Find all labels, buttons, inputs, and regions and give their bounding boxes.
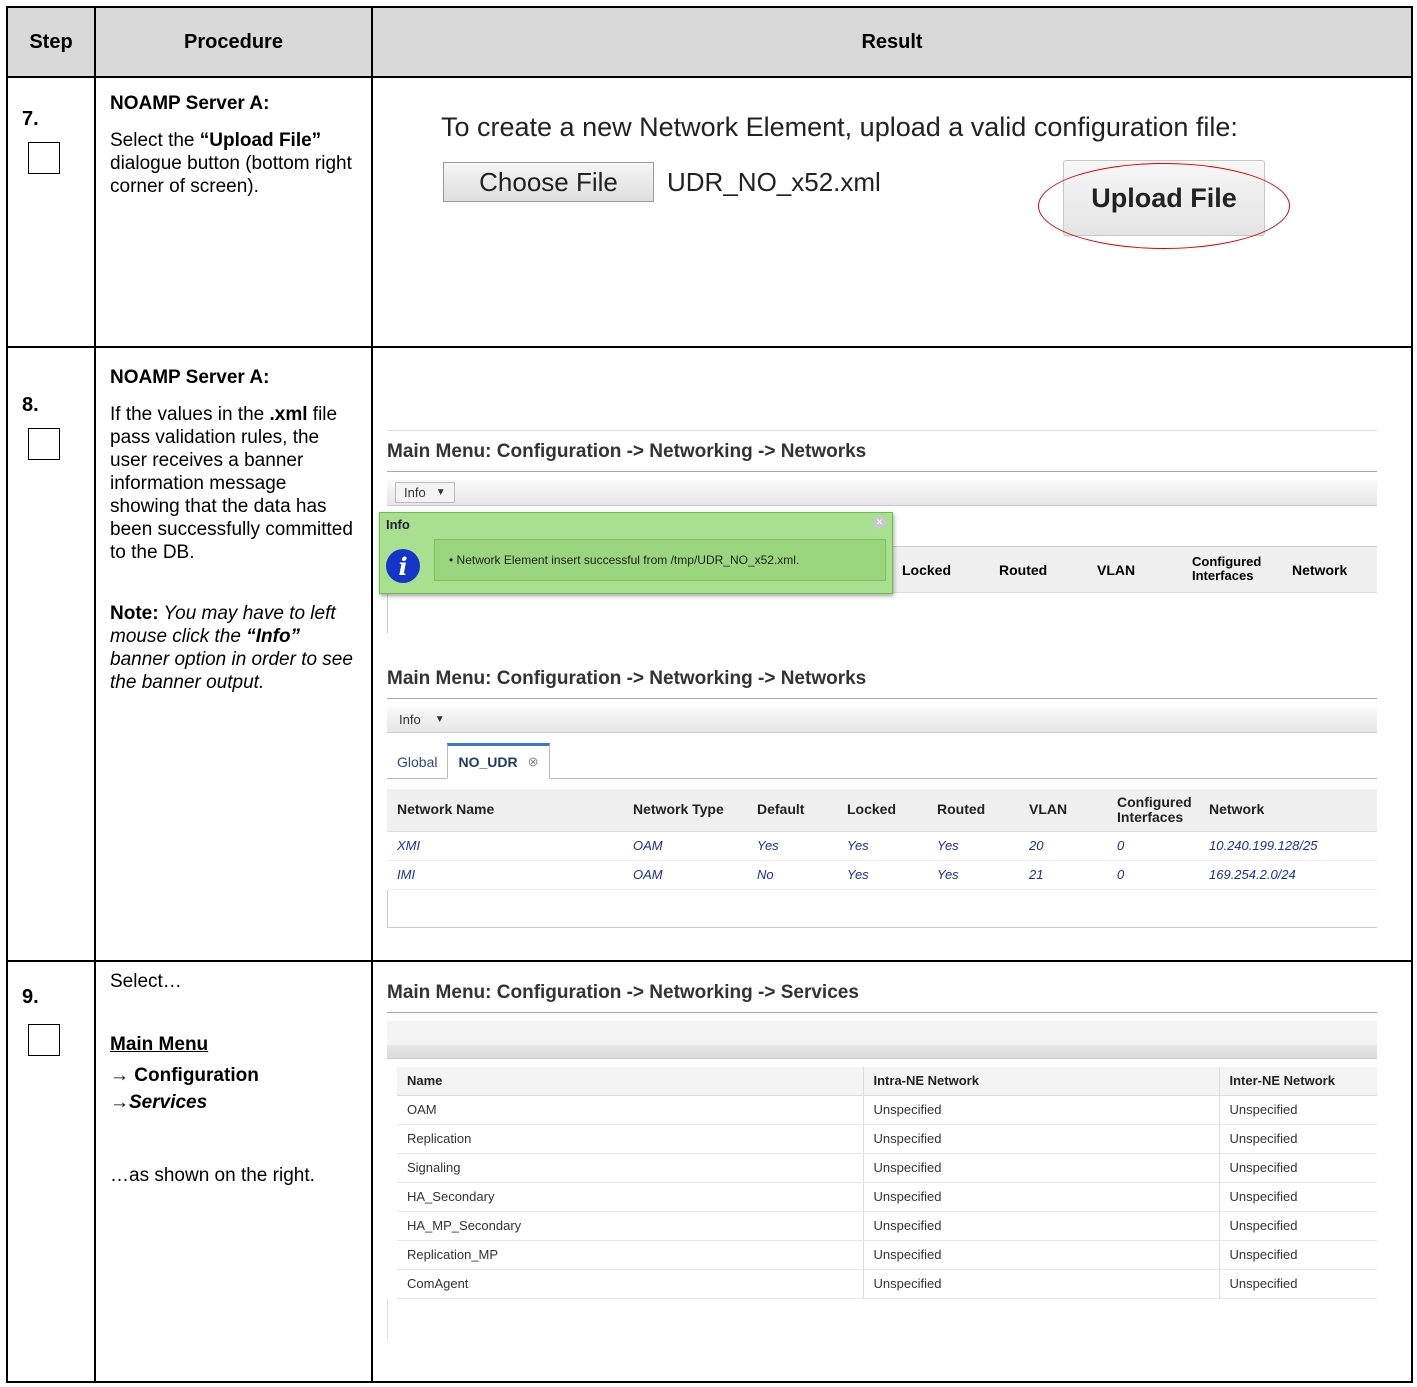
upload-file-button[interactable]: Upload File [1063, 160, 1265, 236]
info-banner: Info ✕ i • Network Element insert succes… [379, 512, 893, 594]
tab-bar: Global NO_UDR ⊗ [387, 743, 1377, 779]
step-9-procedure: Select… Main Menu → Configuration →Servi… [94, 960, 373, 1383]
choose-file-button[interactable]: Choose File [443, 162, 654, 202]
toolbar: Info ▼ [387, 707, 1377, 733]
services-screen: Main Menu: Configuration -> Networking -… [387, 982, 1377, 1339]
close-icon[interactable]: ⊗ [528, 754, 539, 770]
column-header: Network [1292, 562, 1348, 578]
step-8-instruction: If the values in the .xml file pass vali… [110, 404, 353, 563]
table-header-row: Name Intra-NE Network Inter-NE Network [397, 1067, 1377, 1096]
step-7-row: 7. NOAMP Server A: Select the “Upload Fi… [6, 76, 1413, 348]
page-title: Main Menu: Configuration -> Networking -… [387, 441, 1377, 472]
networks-screen: Main Menu: Configuration -> Networking -… [387, 668, 1377, 928]
menu-path-services: →Services [110, 1092, 208, 1113]
tab-no-udr[interactable]: NO_UDR ⊗ [447, 743, 550, 779]
close-icon[interactable]: ✕ [873, 516, 886, 529]
info-menu-button[interactable]: Info ▼ [395, 710, 449, 729]
header-step: Step [6, 6, 96, 78]
column-header: Routed [927, 789, 1019, 832]
column-header: Network Name [387, 789, 623, 832]
step-7-result: To create a new Network Element, upload … [371, 76, 1413, 348]
select-text: Select… [110, 971, 182, 992]
column-header: Locked [902, 562, 952, 578]
column-header: Locked [837, 789, 927, 832]
page-title: Main Menu: Configuration -> Networking -… [387, 982, 1377, 1013]
banner-message: • Network Element insert successful from… [434, 539, 886, 581]
networks-screen-banner: Main Menu: Configuration -> Networking -… [379, 430, 1377, 633]
step-8-cell: 8. [6, 346, 96, 962]
step-8-result: Main Menu: Configuration -> Networking -… [371, 346, 1413, 962]
table-row[interactable]: HA_Secondary Unspecified Unspecified [397, 1182, 1377, 1212]
chevron-down-icon: ▼ [435, 487, 446, 498]
table-row[interactable]: OAM Unspecified Unspecified [397, 1095, 1377, 1125]
step-number: 8. [22, 394, 39, 416]
column-header: VLAN [1019, 789, 1107, 832]
selected-file-name: UDR_NO_x52.xml [667, 167, 881, 197]
column-header: Configured Interfaces [1192, 554, 1262, 583]
banner-title: Info [386, 517, 410, 532]
step-number: 7. [22, 108, 39, 130]
step-checkbox[interactable] [28, 1024, 60, 1056]
table-row[interactable]: XMI OAM Yes Yes Yes 20 0 10.240.199.128/… [387, 831, 1377, 861]
step-8-note: Note: You may have to left mouse click t… [110, 603, 353, 693]
column-header: Intra-NE Network [862, 1067, 1219, 1096]
header-result: Result [371, 6, 1413, 78]
step-9-row: 9. Select… Main Menu → Configuration →Se… [6, 960, 1413, 1383]
toolbar: Info ▼ [387, 480, 1377, 506]
table-row[interactable]: Replication_MP Unspecified Unspecified [397, 1240, 1377, 1270]
step-8-row: 8. NOAMP Server A: If the values in the … [6, 346, 1413, 962]
table-row[interactable]: Signaling Unspecified Unspecified [397, 1153, 1377, 1183]
info-menu-button[interactable]: Info ▼ [395, 482, 455, 503]
step-8-procedure: NOAMP Server A: If the values in the .xm… [94, 346, 373, 962]
as-shown-text: …as shown on the right. [110, 1165, 315, 1186]
server-label: NOAMP Server A: [110, 367, 270, 388]
info-icon: i [386, 549, 420, 583]
column-header: Name [397, 1067, 863, 1096]
step-7-cell: 7. [6, 76, 96, 348]
upload-panel: To create a new Network Element, upload … [441, 108, 1341, 308]
step-checkbox[interactable] [28, 428, 60, 460]
table-row[interactable]: ComAgent Unspecified Unspecified [397, 1269, 1377, 1299]
step-number: 9. [22, 986, 39, 1008]
menu-path-main: Main Menu [110, 1034, 209, 1055]
column-header: Routed [999, 562, 1048, 578]
networks-table: Network Name Network Type Default Locked… [387, 789, 1377, 890]
services-table: Name Intra-NE Network Inter-NE Network O… [397, 1067, 1377, 1299]
upload-instruction: To create a new Network Element, upload … [441, 112, 1238, 142]
procedure-table: Step Procedure Result 7. NOAMP Server A:… [6, 6, 1413, 1383]
column-header: Inter-NE Network [1218, 1067, 1377, 1096]
tab-global[interactable]: Global [387, 746, 447, 778]
step-9-result: Main Menu: Configuration -> Networking -… [371, 960, 1413, 1383]
step-7-instruction: Select the “Upload File” dialogue button… [110, 130, 352, 197]
table-row[interactable]: HA_MP_Secondary Unspecified Unspecified [397, 1211, 1377, 1241]
table-row[interactable]: IMI OAM No Yes Yes 21 0 169.254.2.0/24 [387, 860, 1377, 890]
header-procedure: Procedure [94, 6, 373, 78]
step-7-procedure: NOAMP Server A: Select the “Upload File”… [94, 76, 373, 348]
step-checkbox[interactable] [28, 142, 60, 174]
column-header: Configured Interfaces [1107, 789, 1199, 832]
page-title: Main Menu: Configuration -> Networking -… [387, 668, 1377, 699]
column-header: VLAN [1097, 562, 1136, 578]
table-row[interactable]: Replication Unspecified Unspecified [397, 1124, 1377, 1154]
column-header: Default [747, 789, 837, 832]
chevron-down-icon: ▼ [434, 714, 445, 725]
column-header: Network Type [623, 789, 747, 832]
step-9-cell: 9. [6, 960, 96, 1383]
column-header: Network [1199, 789, 1377, 832]
server-label: NOAMP Server A: [110, 93, 270, 114]
menu-path-configuration: → Configuration [110, 1065, 259, 1086]
table-header-row: Network Name Network Type Default Locked… [387, 789, 1377, 832]
